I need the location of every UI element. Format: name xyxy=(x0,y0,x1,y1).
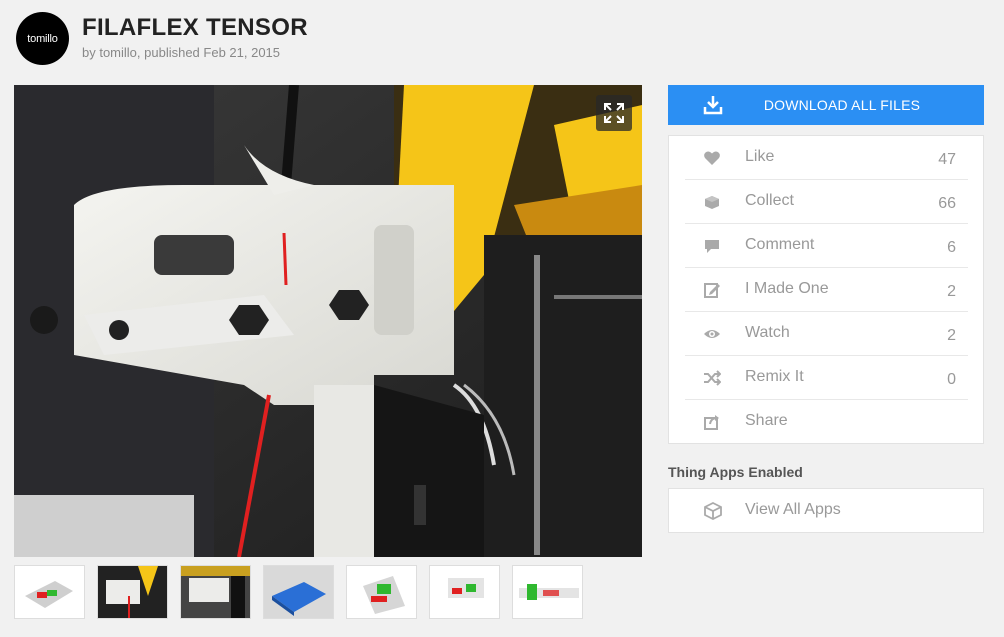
comment-count: 6 xyxy=(947,239,956,256)
thumbnail-7[interactable] xyxy=(512,565,583,619)
edit-icon xyxy=(704,283,720,298)
eye-icon xyxy=(704,330,720,338)
made-one-label: I Made One xyxy=(745,280,829,297)
remix-count: 0 xyxy=(947,371,956,388)
collect-button[interactable]: Collect 66 xyxy=(685,180,968,224)
made-one-button[interactable]: I Made One 2 xyxy=(685,268,968,312)
comment-icon xyxy=(705,240,719,253)
actions-panel: Like 47 Collect 66 Comment 6 I Made One … xyxy=(668,135,984,444)
main-photo-image xyxy=(14,85,642,557)
share-label: Share xyxy=(745,412,788,429)
comment-button[interactable]: Comment 6 xyxy=(685,224,968,268)
byline: by tomillo, published Feb 21, 2015 xyxy=(82,45,281,60)
view-all-apps-label: View All Apps xyxy=(745,501,841,518)
thumbnail-4[interactable] xyxy=(263,565,334,619)
watch-label: Watch xyxy=(745,324,790,341)
thumbnail-3[interactable] xyxy=(180,565,251,619)
shuffle-icon xyxy=(704,370,721,386)
share-icon xyxy=(704,415,719,430)
cube-icon xyxy=(704,501,722,521)
watch-button[interactable]: Watch 2 xyxy=(685,312,968,356)
like-count: 47 xyxy=(938,151,956,168)
download-all-files-button[interactable]: DOWNLOAD ALL FILES xyxy=(668,85,984,125)
watch-count: 2 xyxy=(947,327,956,344)
thumbnail-1[interactable] xyxy=(14,565,85,619)
avatar[interactable]: tomillo xyxy=(16,12,69,65)
collect-label: Collect xyxy=(745,192,794,209)
comment-label: Comment xyxy=(745,236,815,253)
thumbnail-6[interactable] xyxy=(429,565,500,619)
view-all-apps-button[interactable]: View All Apps xyxy=(668,488,984,533)
expand-button[interactable] xyxy=(596,95,632,131)
remix-button[interactable]: Remix It 0 xyxy=(685,356,968,400)
apps-heading: Thing Apps Enabled xyxy=(668,464,803,480)
like-label: Like xyxy=(745,148,775,165)
avatar-text: tomillo xyxy=(27,32,58,45)
thumbnail-strip xyxy=(14,565,583,619)
thumbnail-2[interactable] xyxy=(97,565,168,619)
remix-label: Remix It xyxy=(745,368,804,385)
collect-count: 66 xyxy=(938,195,956,212)
like-button[interactable]: Like 47 xyxy=(685,136,968,180)
download-label: DOWNLOAD ALL FILES xyxy=(763,97,921,113)
thumbnail-5[interactable] xyxy=(346,565,417,619)
main-photo[interactable] xyxy=(14,85,642,557)
collect-icon xyxy=(705,196,719,209)
made-one-count: 2 xyxy=(947,283,956,300)
share-button[interactable]: Share xyxy=(685,400,968,444)
heart-icon xyxy=(704,151,720,165)
thing-header: tomillo FILAFLEX TENSOR by tomillo, publ… xyxy=(0,0,1004,80)
expand-icon xyxy=(604,103,624,123)
page-title: FILAFLEX TENSOR xyxy=(82,14,308,41)
